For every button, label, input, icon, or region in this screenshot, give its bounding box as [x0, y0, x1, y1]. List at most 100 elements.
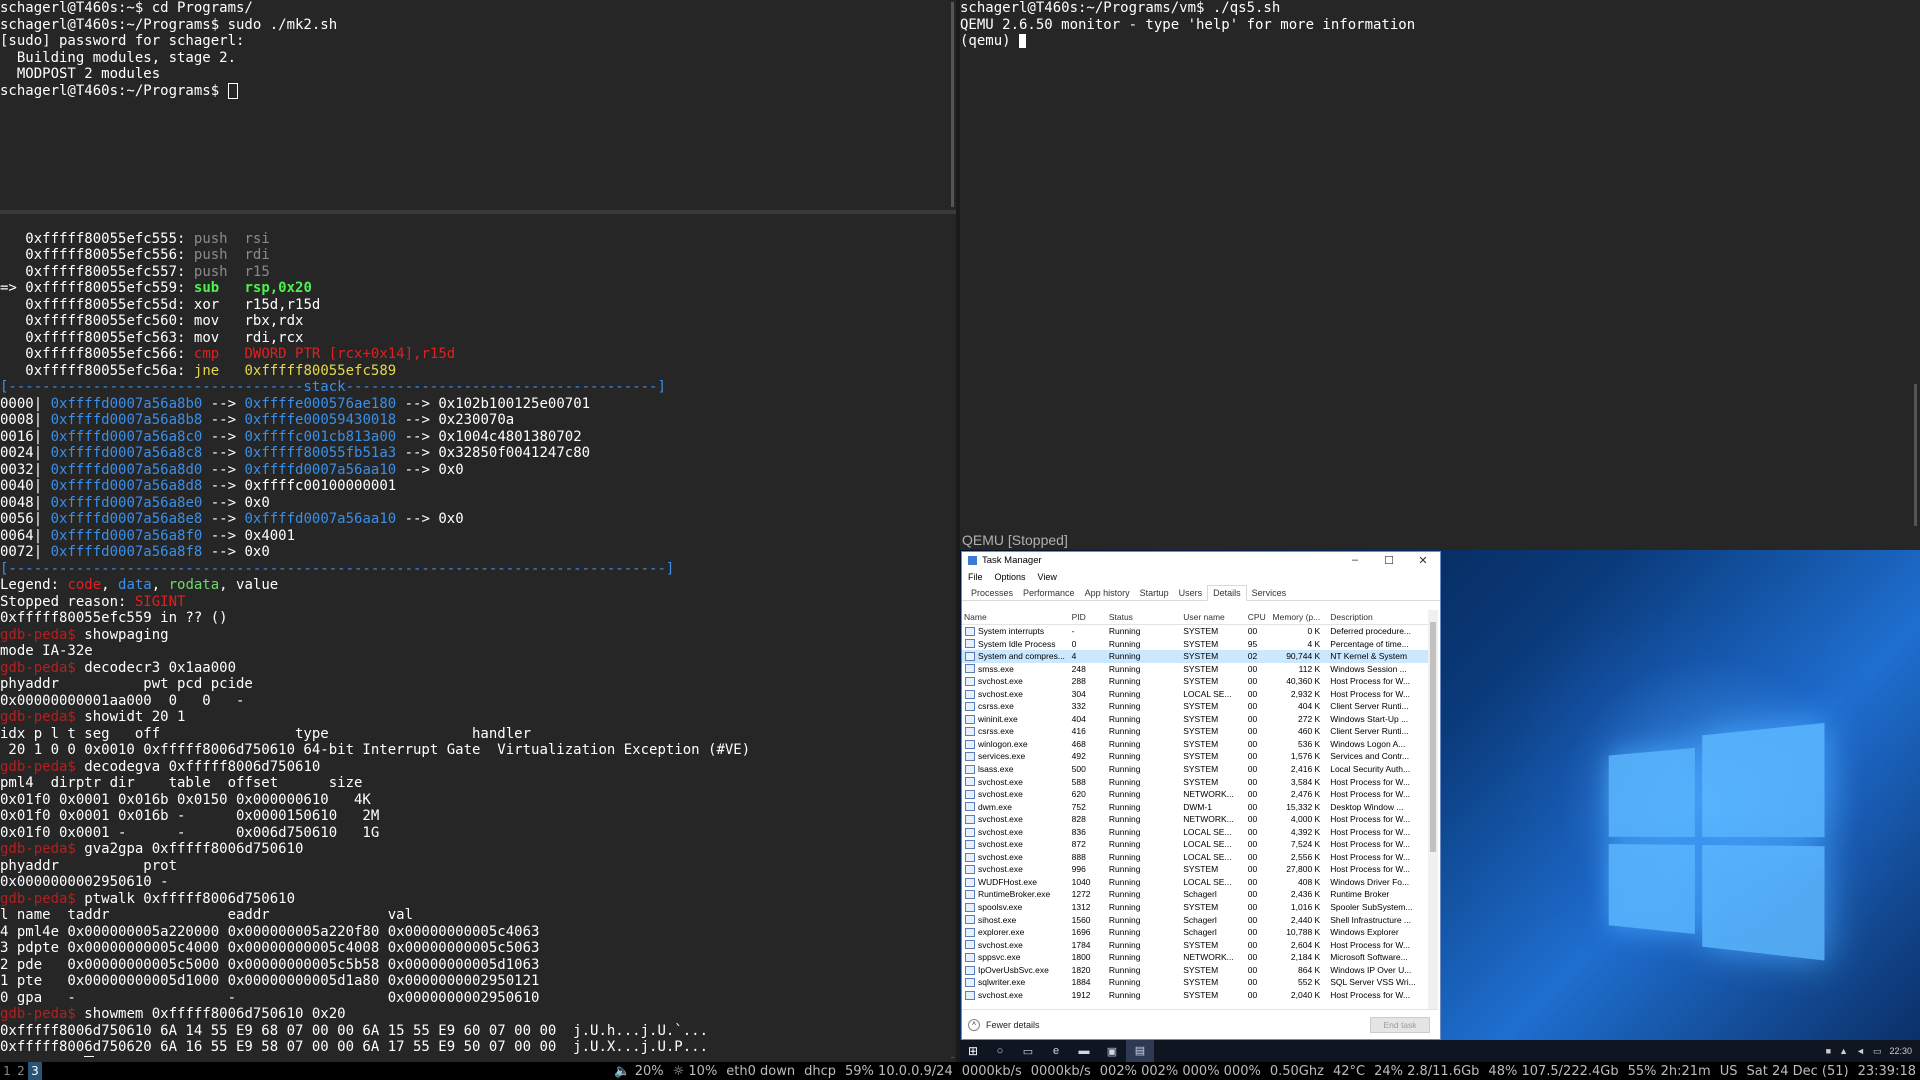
table-row[interactable]: wininit.exe 404 Running SYSTEM 00 272 K Window… — [962, 713, 1428, 726]
terminal-gdb[interactable]: 0xfffff80055efc555: push rsi 0xfffff8005… — [0, 214, 955, 1057]
table-row[interactable]: System interrupts - Running SYSTEM 00 0 K Defe… — [962, 625, 1428, 638]
tab-performance[interactable]: Performance — [1018, 588, 1080, 600]
minimize-button[interactable]: – — [1338, 554, 1372, 567]
table-row[interactable]: svchost.exe 872 Running LOCAL SE... 00 7,524 … — [962, 838, 1428, 851]
process-table-scrollbar[interactable] — [1428, 610, 1438, 1010]
cell-text: NETWORK... — [1183, 952, 1234, 963]
process-icon — [965, 852, 975, 862]
cell-cpu: 00 — [1246, 851, 1270, 864]
table-row[interactable]: svchost.exe 996 Running SYSTEM 00 27,800 K Hos… — [962, 863, 1428, 876]
task-manager-titlebar[interactable]: Task Manager – ☐ ✕ — [962, 552, 1440, 569]
table-row[interactable]: RuntimeBroker.exe 1272 Running Schagerl 00 2,… — [962, 888, 1428, 901]
fewer-details-link[interactable]: ˄ Fewer details — [962, 1019, 1040, 1031]
terminal-scrollbar[interactable] — [951, 2, 954, 207]
disasm-opcode: cmp — [193, 346, 228, 362]
tab-startup[interactable]: Startup — [1135, 588, 1174, 600]
search-icon[interactable]: ○ — [986, 1045, 1014, 1057]
disasm-address: 0xfffff80055efc560: — [25, 313, 186, 329]
table-row[interactable]: dwm.exe 752 Running DWM-1 00 15,332 K Desktop … — [962, 801, 1428, 814]
disasm-line: 0xfffff80055efc56a: jne 0xfffff80055efc5… — [0, 363, 955, 380]
tab-processes[interactable]: Processes — [966, 588, 1018, 600]
cell-text: svchost.exe — [978, 826, 1023, 837]
vm-clock[interactable]: 22:30 — [1889, 1046, 1912, 1056]
edge-icon[interactable]: e — [1042, 1045, 1070, 1057]
workspace-button-1[interactable]: 1 — [0, 1062, 14, 1080]
tab-services[interactable]: Services — [1247, 588, 1292, 600]
table-row[interactable]: csrss.exe 416 Running SYSTEM 00 460 K Client S… — [962, 725, 1428, 738]
table-row[interactable]: IpOverUsbSvc.exe 1820 Running SYSTEM 00 864 K… — [962, 964, 1428, 977]
table-row[interactable]: lsass.exe 500 Running SYSTEM 00 2,416 K Local … — [962, 763, 1428, 776]
table-row[interactable]: csrss.exe 332 Running SYSTEM 00 404 K Client S… — [962, 700, 1428, 713]
gdb-command-line: gdb-peda$ showmem 0xfffff8006d750610 0x2… — [0, 1006, 955, 1023]
tab-users[interactable]: Users — [1174, 588, 1208, 600]
task-manager-taskbar-icon[interactable]: ▤ — [1126, 1040, 1154, 1062]
cell-text: 00 — [1247, 839, 1258, 850]
cell-text: 00 — [1247, 789, 1258, 800]
cell-cpu: 00 — [1246, 813, 1270, 826]
table-row[interactable]: svchost.exe 1912 Running SYSTEM 00 2,040 K Hos… — [962, 989, 1428, 1002]
menu-view[interactable]: View — [1038, 572, 1057, 582]
table-row[interactable]: smss.exe 248 Running SYSTEM 00 112 K Windows S… — [962, 663, 1428, 676]
end-task-button[interactable]: End task — [1370, 1017, 1430, 1033]
task-view-icon[interactable]: ▭ — [1014, 1045, 1042, 1058]
gdb-output-line: 4 pml4e 0x000000005a220000 0x000000005a2… — [0, 924, 955, 941]
terminal-top-left[interactable]: schagerl@T460s:~$ cd Programs/schagerl@T… — [0, 0, 955, 210]
table-row[interactable]: explorer.exe 1696 Running Schagerl 00 10,788 … — [962, 926, 1428, 939]
tray-notification-icon[interactable]: ▭ — [1873, 1046, 1882, 1057]
table-row[interactable]: svchost.exe 620 Running NETWORK... 00 2,476 K… — [962, 788, 1428, 801]
table-row[interactable]: svchost.exe 836 Running LOCAL SE... 00 4,392 … — [962, 826, 1428, 839]
cell-text: 2,436 K — [1290, 889, 1321, 900]
table-row[interactable]: System and compres... 4 Running SYSTEM 02 90,… — [962, 650, 1428, 663]
close-button[interactable]: ✕ — [1406, 554, 1440, 567]
table-row[interactable]: sqlwriter.exe 1884 Running SYSTEM 00 552 K SQL… — [962, 976, 1428, 989]
maximize-button[interactable]: ☐ — [1372, 554, 1406, 567]
cell-name: svchost.exe — [962, 838, 1070, 851]
disasm-marker — [0, 297, 25, 313]
cell-status: Running — [1107, 851, 1181, 864]
menu-options[interactable]: Options — [995, 572, 1026, 582]
cell-status: Running — [1107, 976, 1181, 989]
table-row[interactable]: svchost.exe 888 Running LOCAL SE... 00 2,556 … — [962, 851, 1428, 864]
tab-app-history[interactable]: App history — [1080, 588, 1135, 600]
table-row[interactable]: services.exe 492 Running SYSTEM 00 1,576 K Ser… — [962, 750, 1428, 763]
column-header-cpu[interactable]: CPU — [1246, 610, 1270, 624]
qemu-monitor-scrollbar[interactable] — [1914, 384, 1917, 526]
workspace-button-2[interactable]: 2 — [14, 1062, 28, 1080]
windows-start-icon[interactable]: ⊞ — [960, 1044, 986, 1058]
gdb-prompt: gdb-peda$ — [0, 841, 85, 857]
table-row[interactable]: System Idle Process 0 Running SYSTEM 95 4 K Pe… — [962, 638, 1428, 651]
cell-text: 2,556 K — [1290, 851, 1321, 862]
column-header-description[interactable]: Description — [1324, 610, 1428, 624]
tab-details[interactable]: Details — [1207, 585, 1247, 601]
column-header-pid[interactable]: PID — [1070, 610, 1107, 624]
table-row[interactable]: spoolsv.exe 1312 Running SYSTEM 00 1,016 K Spo… — [962, 901, 1428, 914]
table-row[interactable]: svchost.exe 828 Running NETWORK... 00 4,000 K… — [962, 813, 1428, 826]
table-row[interactable]: winlogon.exe 468 Running SYSTEM 00 536 K Windo… — [962, 738, 1428, 751]
tray-network-icon[interactable]: ▲ — [1839, 1046, 1848, 1056]
gdb-output: pml4 dirptr dir table offset size — [0, 775, 363, 791]
cell-text: SYSTEM — [1183, 626, 1219, 636]
table-row[interactable]: svchost.exe 288 Running SYSTEM 00 40,360 K Hos… — [962, 675, 1428, 688]
terminal-qemu-monitor[interactable]: schagerl@T460s:~/Programs/vm$ ./qs5.sh QE… — [960, 0, 1920, 528]
task-manager-window[interactable]: Task Manager – ☐ ✕ File Options View Pro… — [961, 551, 1441, 1040]
table-row[interactable]: WUDFHost.exe 1040 Running LOCAL SE... 00 408 … — [962, 876, 1428, 889]
table-row[interactable]: svchost.exe 1784 Running SYSTEM 00 2,604 K Hos… — [962, 939, 1428, 952]
column-header-user[interactable]: User name — [1181, 610, 1246, 624]
column-header-status[interactable]: Status — [1107, 610, 1181, 624]
gdb-output: 20 1 0 0 0x0010 0xfffff8006d750610 64-bi… — [0, 742, 751, 758]
gdb-output-line: 2 pde 0x00000000005c5000 0x00000000005c5… — [0, 957, 955, 974]
store-icon[interactable]: ▣ — [1098, 1045, 1126, 1058]
file-explorer-icon[interactable]: ▬ — [1070, 1045, 1098, 1057]
table-row[interactable]: sihost.exe 1560 Running Schagerl 00 2,440 K Sh… — [962, 914, 1428, 927]
column-header-memory[interactable]: Memory (p... — [1269, 610, 1324, 624]
menu-file[interactable]: File — [968, 572, 983, 582]
tray-volume-icon[interactable]: ◄ — [1856, 1046, 1865, 1056]
cell-memory: 7,524 K — [1269, 838, 1324, 851]
workspace-button-3[interactable]: 3 — [28, 1062, 42, 1080]
cell-cpu: 00 — [1246, 951, 1270, 964]
column-header-name[interactable]: Name — [962, 610, 1070, 624]
table-row[interactable]: sppsvc.exe 1800 Running NETWORK... 00 2,184 K… — [962, 951, 1428, 964]
table-row[interactable]: svchost.exe 304 Running LOCAL SE... 00 2,932 … — [962, 688, 1428, 701]
table-row[interactable]: svchost.exe 588 Running SYSTEM 00 3,584 K Host… — [962, 776, 1428, 789]
tray-icon[interactable]: ■ — [1826, 1046, 1831, 1056]
